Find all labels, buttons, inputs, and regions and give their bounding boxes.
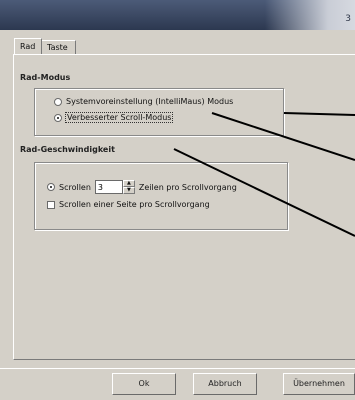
radio-option-enhanced-scroll[interactable]: Verbesserter Scroll-Modus	[54, 112, 174, 123]
window-title: 3	[345, 14, 351, 24]
option-label-enhanced-scroll: Verbesserter Scroll-Modus	[64, 112, 174, 123]
footer-divider	[0, 368, 355, 369]
rad-geschwindigkeit-groupbox	[34, 162, 288, 230]
tab-rad[interactable]: Rad	[14, 38, 42, 54]
ok-button[interactable]: Ok	[112, 373, 176, 395]
scroll-lines-label: Scrollen	[59, 182, 91, 192]
radio-button-checked[interactable]	[54, 113, 62, 122]
rad-geschwindigkeit-title: Rad-Geschwindigkeit	[20, 145, 115, 154]
radio-button-checked[interactable]	[47, 183, 55, 191]
rad-modus-groupbox	[34, 88, 284, 136]
option-label-system-default: Systemvoreinstellung (IntelliMaus) Modus	[66, 97, 234, 106]
title-bar-gradient	[265, 0, 355, 30]
lines-spinner[interactable]: ▲ ▼	[122, 180, 135, 194]
checkbox-option-page-scroll[interactable]: Scrollen einer Seite pro Scrollvorgang	[47, 200, 210, 209]
cancel-button[interactable]: Abbruch	[193, 373, 257, 395]
spin-down-icon[interactable]: ▼	[122, 187, 135, 194]
lines-per-scroll-input[interactable]	[94, 180, 123, 194]
radio-option-system-default[interactable]: Systemvoreinstellung (IntelliMaus) Modus	[54, 97, 233, 106]
tab-taste[interactable]: Taste	[42, 40, 76, 54]
apply-button[interactable]: Übernehmen	[283, 373, 355, 395]
radio-button-unchecked[interactable]	[54, 97, 62, 106]
page-scroll-label: Scrollen einer Seite pro Scrollvorgang	[59, 200, 210, 209]
checkbox-page-scroll[interactable]	[47, 200, 55, 209]
radio-option-scroll-lines[interactable]: Scrollen ▲ ▼ Zeilen pro Scrollvorgang	[47, 180, 237, 194]
lines-per-scroll-suffix: Zeilen pro Scrollvorgang	[138, 182, 237, 192]
spin-up-icon[interactable]: ▲	[122, 180, 135, 187]
title-bar[interactable]: 3	[0, 0, 355, 30]
rad-modus-title: Rad-Modus	[20, 73, 71, 82]
dialog-body: Rad Taste Rad-Modus Systemvoreinstellung…	[0, 30, 355, 400]
